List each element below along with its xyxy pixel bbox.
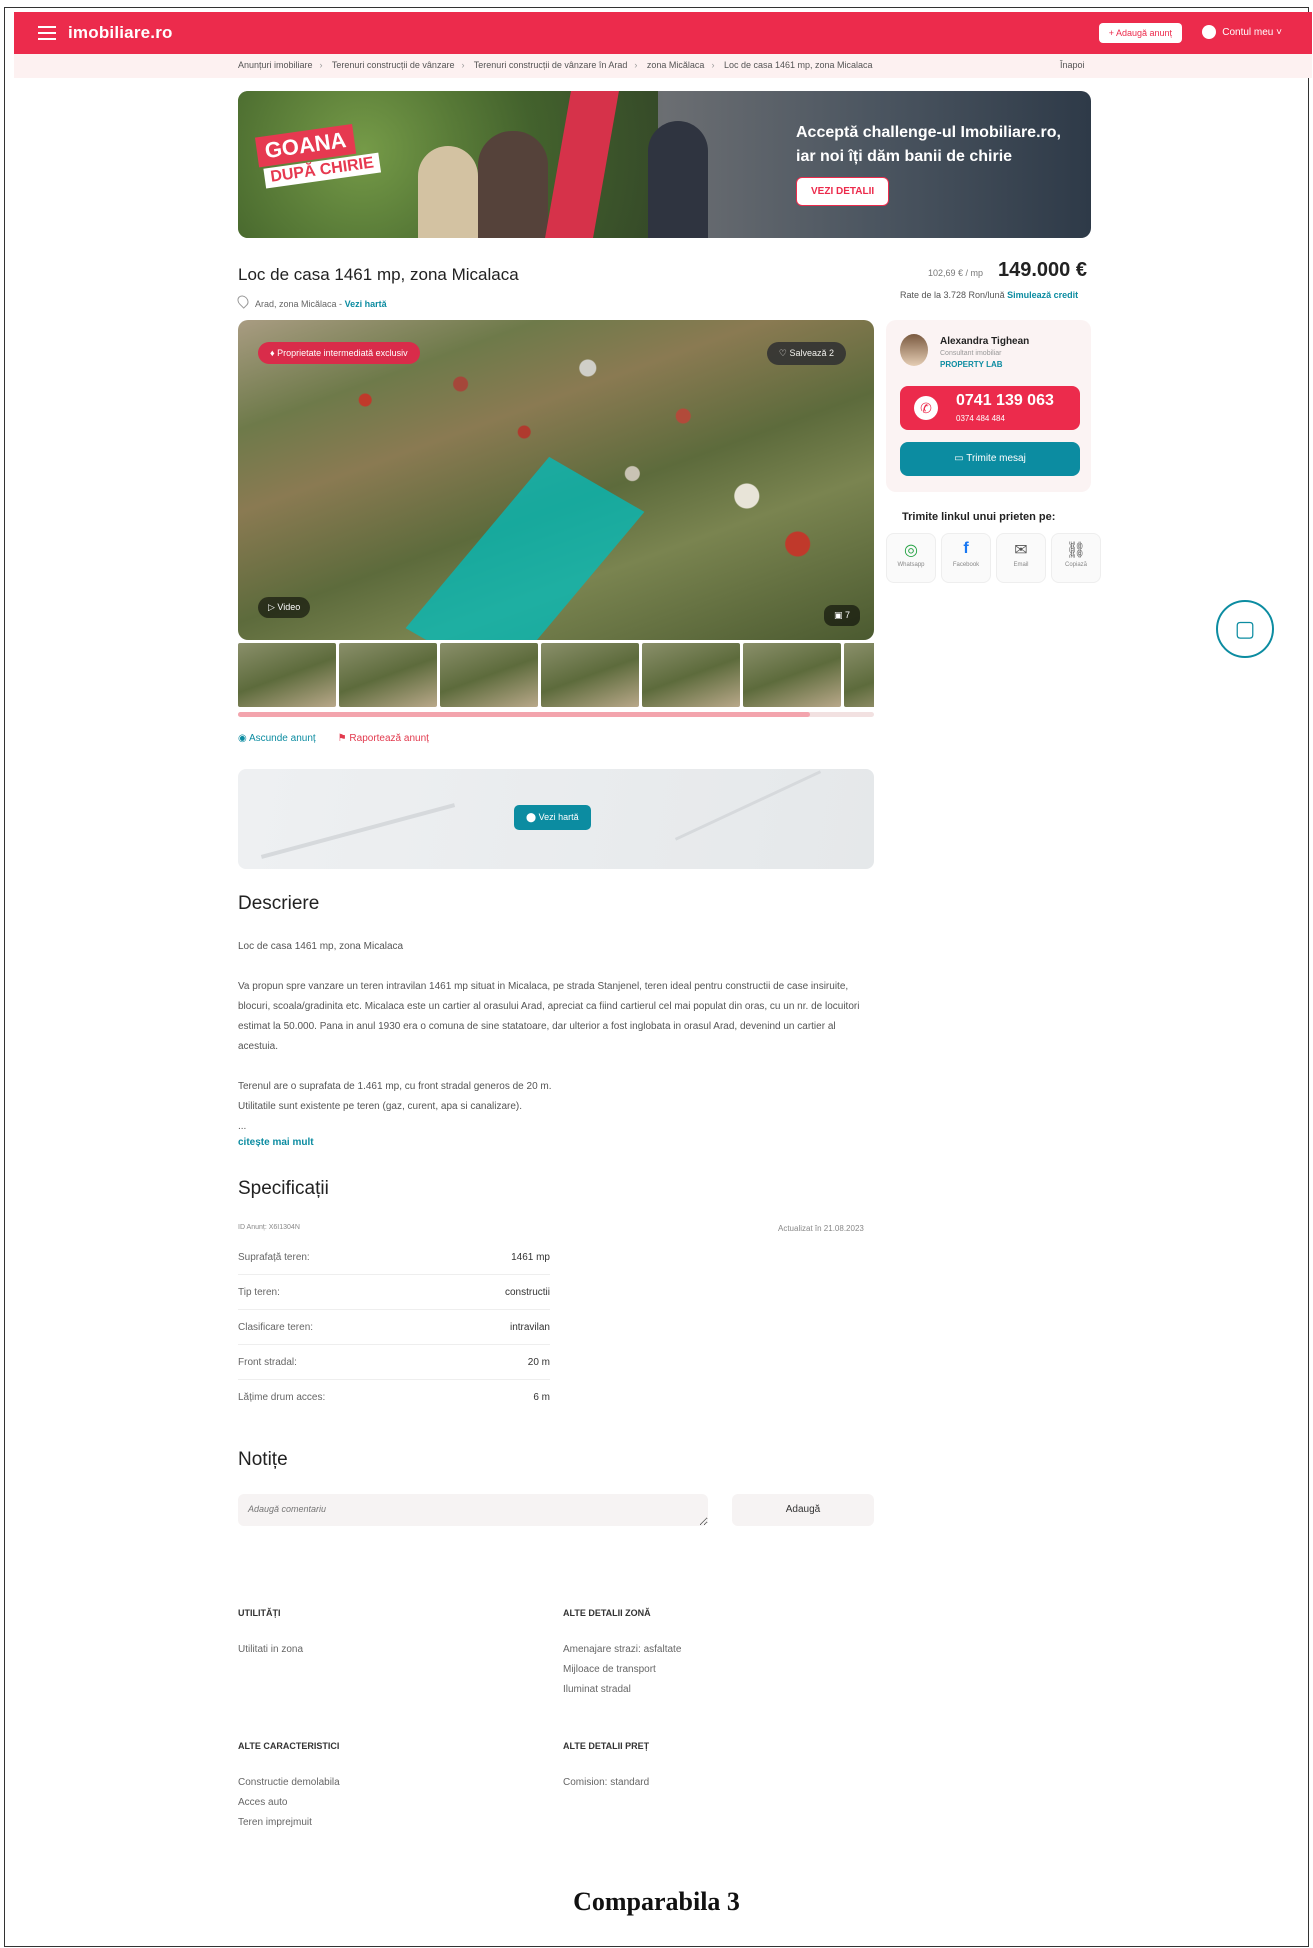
promo-banner[interactable]: GOANA DUPĂ CHIRIE Acceptă challenge-ul I… bbox=[238, 91, 1091, 238]
add-comment-button[interactable]: Adaugă bbox=[732, 1494, 874, 1526]
email-icon: ✉ bbox=[1014, 542, 1028, 559]
features-heading: ALTE CARACTERISTICI bbox=[238, 1741, 340, 1751]
breadcrumb-item[interactable]: zona Micălaca bbox=[647, 60, 705, 70]
menu-icon[interactable] bbox=[38, 26, 56, 40]
avatar bbox=[900, 334, 928, 366]
link-icon: ⛓ bbox=[1065, 542, 1087, 559]
call-button[interactable]: ✆ 0741 139 063 0374 484 484 bbox=[900, 386, 1080, 430]
specs-heading: Specificații bbox=[238, 1178, 329, 1199]
agent-name: Alexandra Tighean bbox=[940, 336, 1030, 347]
notes-heading: Notițe bbox=[238, 1449, 288, 1470]
hide-listing-button[interactable]: ◉ Ascunde anunț bbox=[238, 733, 316, 744]
share-facebook-button[interactable]: f Facebook bbox=[941, 533, 991, 583]
photo-count-button[interactable]: ▣ 7 bbox=[823, 605, 860, 626]
map-preview[interactable]: ⬤ Vezi hartă bbox=[238, 769, 874, 869]
thumbnail[interactable] bbox=[743, 643, 841, 707]
thumbnail[interactable] bbox=[339, 643, 437, 707]
account-menu[interactable]: Contul meu ˅ bbox=[1202, 25, 1282, 39]
thumbnail[interactable] bbox=[238, 643, 336, 707]
breadcrumb-item: Loc de casa 1461 mp, zona Micalaca bbox=[723, 60, 873, 70]
facebook-icon: f bbox=[963, 540, 969, 557]
utilities-list: Utilitati in zona bbox=[238, 1644, 304, 1655]
agent-role: Consultant imobiliar bbox=[940, 350, 1002, 357]
listing-location: Arad, zona Micălaca - Vezi hartă bbox=[235, 293, 387, 309]
spec-row: Lățime drum acces: 6 m bbox=[238, 1391, 550, 1403]
phone-icon: ✆ bbox=[914, 396, 938, 420]
top-navbar: imobiliare.ro + Adaugă anunț Contul meu … bbox=[14, 12, 1312, 54]
agent-card: Alexandra Tighean Consultant imobiliar P… bbox=[886, 320, 1091, 492]
comment-input[interactable] bbox=[238, 1494, 708, 1526]
description-heading: Descriere bbox=[238, 893, 320, 914]
send-message-button[interactable]: ▭ Trimite mesaj bbox=[900, 442, 1080, 476]
location-pin-icon bbox=[235, 293, 251, 309]
gallery-scrollbar[interactable] bbox=[238, 712, 874, 717]
exclusive-badge: ♦ Proprietate intermediată exclusiv bbox=[258, 342, 420, 364]
specs-table: Suprafață teren: 1461 mp Tip teren: constr… bbox=[238, 1240, 550, 1414]
share-title: Trimite linkul unui prieten pe: bbox=[902, 511, 1056, 523]
copy-link-button[interactable]: ⛓ Copiază bbox=[1051, 533, 1101, 583]
banner-headline: Acceptă challenge-ul Imobiliare.ro, iar … bbox=[796, 124, 1061, 165]
thumbnail[interactable] bbox=[642, 643, 740, 707]
price-per-sqm: 102,69 € / mp bbox=[928, 268, 984, 278]
user-icon bbox=[1202, 25, 1217, 39]
logo[interactable]: imobiliare.ro bbox=[68, 23, 173, 43]
spec-row: Front stradal: 20 m bbox=[238, 1345, 550, 1380]
thumbnail[interactable] bbox=[440, 643, 538, 707]
caption: Comparabila 3 bbox=[573, 1887, 740, 1916]
back-link[interactable]: Înapoi bbox=[1060, 60, 1085, 70]
thumbnail[interactable] bbox=[844, 643, 874, 707]
zone-details-list: Amenajare strazi: asfaltate Mijloace de … bbox=[563, 1644, 682, 1695]
chat-icon[interactable]: ▢ bbox=[1216, 600, 1274, 658]
thumbnail-strip bbox=[238, 643, 874, 707]
breadcrumb-item[interactable]: Anunțuri imobiliare bbox=[238, 60, 313, 70]
listing-title: Loc de casa 1461 mp, zona Micalaca bbox=[238, 265, 519, 284]
breadcrumb-item[interactable]: Terenuri construcții de vânzare bbox=[332, 60, 455, 70]
thumbnail[interactable] bbox=[541, 643, 639, 707]
whatsapp-icon: ◎ bbox=[904, 542, 918, 559]
simulate-credit-link[interactable]: Simulează credit bbox=[1007, 290, 1078, 300]
listing-id: ID Anunț: X6I1304N bbox=[238, 1224, 300, 1231]
listing-actions: ◉ Ascunde anunț ⚑ Raportează anunț bbox=[238, 733, 429, 744]
share-email-button[interactable]: ✉ Email bbox=[996, 533, 1046, 583]
price-details-list: Comision: standard bbox=[563, 1777, 650, 1788]
spec-row: Suprafață teren: 1461 mp bbox=[238, 1240, 550, 1275]
updated-date: Actualizat în 21.08.2023 bbox=[778, 1224, 864, 1233]
price-details-heading: ALTE DETALII PREȚ bbox=[563, 1741, 650, 1751]
loan-rate: Rate de la 3.728 Ron/lună Simulează cred… bbox=[900, 290, 1079, 300]
listing-price: 149.000 € bbox=[998, 259, 1087, 281]
scrollbar-thumb[interactable] bbox=[238, 712, 811, 717]
features-list: Constructie demolabila Acces auto Teren … bbox=[238, 1777, 340, 1828]
main-photo[interactable]: ♦ Proprietate intermediată exclusiv ♡ Sa… bbox=[238, 320, 874, 640]
view-map-button[interactable]: ⬤ Vezi hartă bbox=[514, 805, 591, 830]
video-button[interactable]: ▷ Video bbox=[258, 597, 311, 618]
utilities-heading: UTILITĂȚI bbox=[238, 1608, 281, 1618]
add-listing-button[interactable]: + Adaugă anunț bbox=[1098, 23, 1182, 43]
banner-details-button[interactable]: VEZI DETALII bbox=[796, 177, 890, 206]
spec-row: Tip teren: constructii bbox=[238, 1275, 550, 1310]
share-whatsapp-button[interactable]: ◎ Whatsapp bbox=[886, 533, 936, 583]
spec-row: Clasificare teren: intravilan bbox=[238, 1310, 550, 1345]
zone-details-heading: ALTE DETALII ZONĂ bbox=[563, 1608, 651, 1618]
share-buttons: ◎ Whatsapp f Facebook ✉ Email ⛓ Copiază bbox=[886, 533, 1101, 583]
breadcrumb: Anunțuri imobiliare › Terenuri construcți… bbox=[238, 60, 873, 70]
save-button[interactable]: ♡ Salvează 2 bbox=[766, 342, 846, 365]
read-more-link[interactable]: citește mai mult bbox=[238, 1137, 314, 1148]
account-label: Contul meu ˅ bbox=[1222, 26, 1282, 38]
breadcrumb-item[interactable]: Terenuri construcții de vânzare în Arad bbox=[474, 60, 628, 70]
agent-company[interactable]: PROPERTY LAB bbox=[940, 360, 1003, 369]
description-text: Loc de casa 1461 mp, zona Micalaca Va pr… bbox=[238, 941, 860, 1132]
report-listing-button[interactable]: ⚑ Raportează anunț bbox=[338, 733, 429, 744]
view-map-link[interactable]: Vezi hartă bbox=[345, 299, 387, 309]
